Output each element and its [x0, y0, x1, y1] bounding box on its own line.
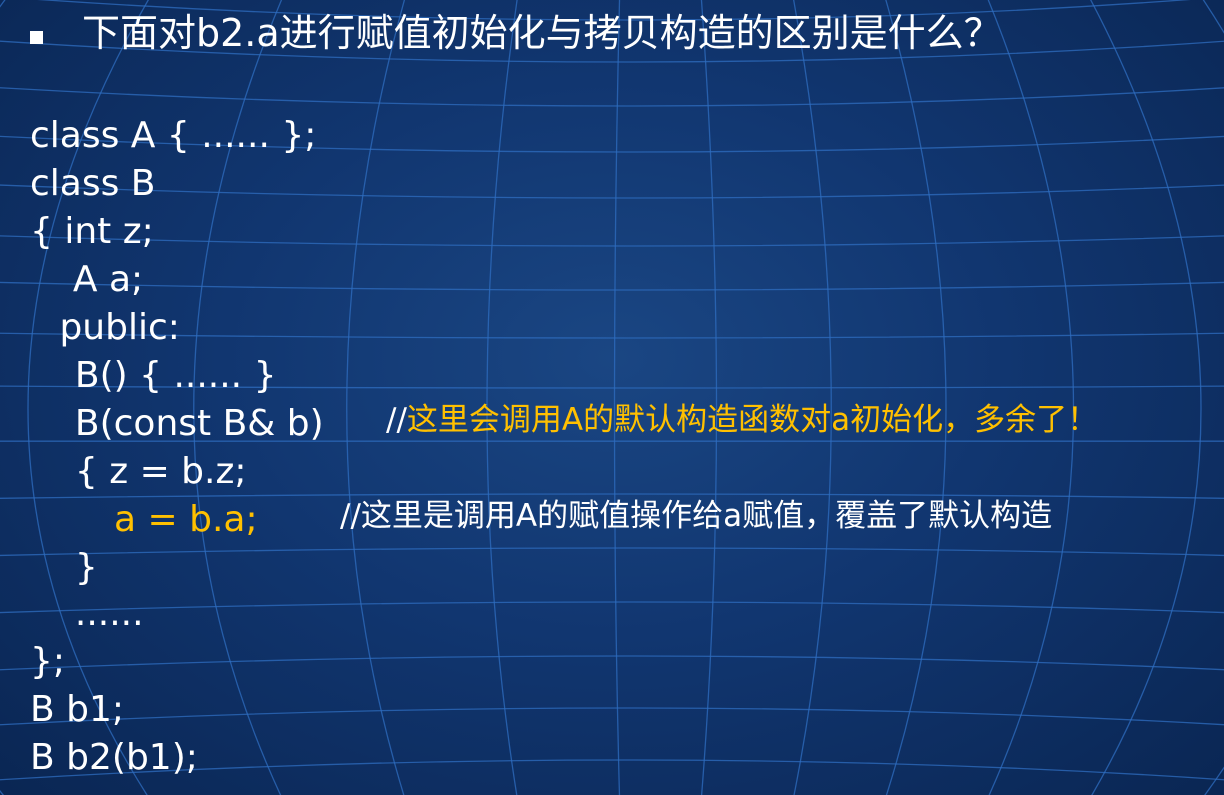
code-line: A a; — [50, 259, 144, 300]
code-line: B b2(b1); — [30, 737, 198, 778]
code-line: } — [52, 547, 98, 588]
code-line: class B — [30, 163, 156, 204]
code-line: B() { ...... } — [52, 355, 277, 396]
globe-latitude-line — [0, 601, 1224, 614]
code-line: B(const B& b) — [52, 403, 324, 444]
code-line: public: — [48, 307, 180, 348]
code-comment: //这里会调用A的默认构造函数对a初始化，多余了！ — [386, 398, 1098, 442]
globe-latitude-line — [0, 655, 1224, 671]
code-comment: //这里是调用A的赋值操作给a赋值，覆盖了默认构造 — [340, 498, 1053, 534]
code-line: }; — [30, 641, 66, 682]
globe-meridian-line — [0, 0, 6, 795]
slide-title: 下面对b2.a进行赋值初始化与拷贝构造的区别是什么？ — [82, 11, 1002, 55]
globe-latitude-line — [0, 235, 1224, 247]
globe-latitude-line — [0, 184, 1224, 199]
globe-latitude-line — [0, 281, 1224, 291]
globe-meridian-line — [1202, 0, 1224, 795]
code-line: { int z; — [30, 211, 154, 252]
code-line: class A { ...... }; — [30, 115, 317, 156]
square-bullet-icon — [30, 31, 43, 44]
code-line: { z = b.z; — [52, 451, 247, 492]
globe-latitude-line — [0, 332, 1224, 339]
globe-latitude-line — [0, 707, 1224, 726]
comment-highlight-text: 这里会调用A的默认构造函数对a初始化，多余了！ — [406, 402, 1099, 438]
globe-latitude-line — [0, 87, 1224, 107]
code-line: ...... — [52, 593, 144, 634]
code-line: B b1; — [30, 689, 125, 730]
comment-prefix: // — [386, 402, 407, 438]
globe-latitude-line — [0, 547, 1224, 557]
slide: 下面对b2.a进行赋值初始化与拷贝构造的区别是什么？ class A { ...… — [0, 0, 1224, 795]
code-line-highlighted: a = b.a; — [114, 499, 258, 540]
globe-meridian-line — [1089, 0, 1202, 795]
